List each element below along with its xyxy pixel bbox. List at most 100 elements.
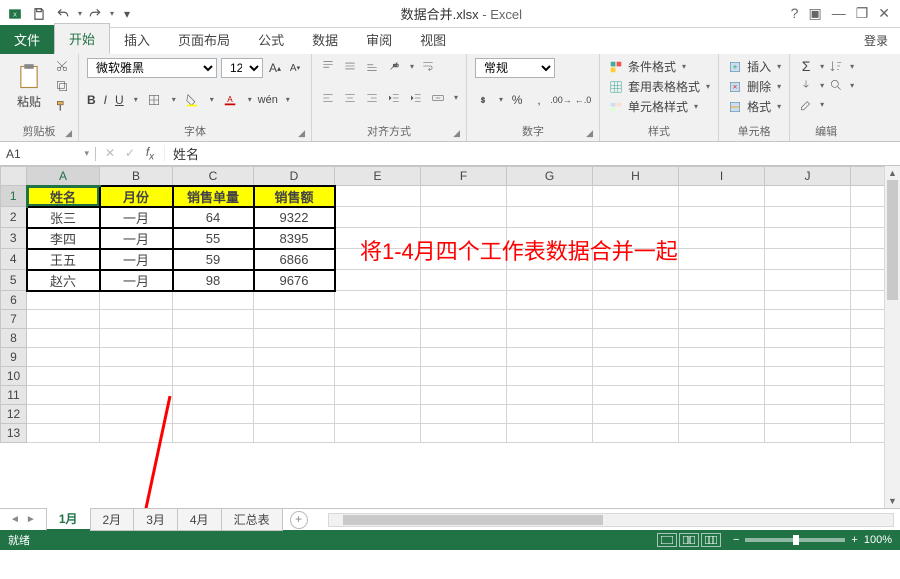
accounting-format-icon[interactable]: $ [475,92,491,108]
row-header-2[interactable]: 2 [1,207,27,228]
page-layout-view-icon[interactable] [679,533,699,547]
cell-J2[interactable] [765,207,851,228]
sheet-tab-4[interactable]: 4月 [177,509,222,531]
clipboard-dialog-launcher[interactable]: ◢ [65,128,72,139]
font-size-select[interactable]: 12 [221,58,263,78]
cell-D7[interactable] [254,310,335,329]
cell-C5[interactable]: 98 [173,270,254,291]
cell-D1[interactable]: 销售额 [254,186,335,207]
cell-I5[interactable] [679,270,765,291]
sheet-nav-first-icon[interactable]: ◄ [10,514,20,525]
cell-I8[interactable] [679,329,765,348]
tab-review[interactable]: 审阅 [352,25,406,54]
cell-B6[interactable] [100,291,173,310]
cell-D11[interactable] [254,386,335,405]
row-header-8[interactable]: 8 [1,329,27,348]
cell-H8[interactable] [593,329,679,348]
italic-button[interactable]: I [104,93,107,107]
underline-button[interactable]: U [115,93,124,107]
decrease-font-icon[interactable]: A▾ [287,60,303,76]
cell-J12[interactable] [765,405,851,424]
enter-formula-icon[interactable]: ✓ [122,146,138,160]
cell-A4[interactable]: 王五 [27,249,100,270]
cell-J9[interactable] [765,348,851,367]
delete-cells-button[interactable]: ×删除▾ [727,78,781,95]
row-header-7[interactable]: 7 [1,310,27,329]
cell-C9[interactable] [173,348,254,367]
cut-icon[interactable] [54,58,70,74]
cell-G1[interactable] [507,186,593,207]
tab-insert[interactable]: 插入 [110,25,164,54]
sheet-tab-summary[interactable]: 汇总表 [221,509,283,531]
column-header-H[interactable]: H [593,167,679,186]
cell-G10[interactable] [507,367,593,386]
scroll-down-icon[interactable]: ▼ [885,494,900,508]
number-dialog-launcher[interactable]: ◢ [586,128,593,139]
row-header-13[interactable]: 13 [1,424,27,443]
cell-A7[interactable] [27,310,100,329]
cell-E12[interactable] [335,405,421,424]
cell-G7[interactable] [507,310,593,329]
increase-decimal-icon[interactable]: .00→ [553,92,569,108]
cell-I13[interactable] [679,424,765,443]
row-header-4[interactable]: 4 [1,249,27,270]
column-header-A[interactable]: A [27,167,100,186]
worksheet-grid[interactable]: ABCDEFGHIJK1姓名月份销售单量销售额2张三一月6493223李四一月5… [0,166,900,508]
row-header-5[interactable]: 5 [1,270,27,291]
undo-dropdown[interactable]: ▾ [78,9,82,18]
fill-icon[interactable] [798,77,814,93]
find-select-icon[interactable] [828,77,844,93]
cell-F8[interactable] [421,329,507,348]
cell-C8[interactable] [173,329,254,348]
merge-center-icon[interactable] [430,90,446,106]
cell-J11[interactable] [765,386,851,405]
sort-filter-icon[interactable] [828,58,844,74]
row-header-6[interactable]: 6 [1,291,27,310]
cell-D5[interactable]: 9676 [254,270,335,291]
align-middle-icon[interactable] [342,58,358,74]
cell-G12[interactable] [507,405,593,424]
redo-icon[interactable] [84,3,106,25]
cell-I1[interactable] [679,186,765,207]
zoom-slider[interactable] [745,538,845,542]
cell-E5[interactable] [335,270,421,291]
cell-D4[interactable]: 6866 [254,249,335,270]
cell-J6[interactable] [765,291,851,310]
minimize-button[interactable]: — [832,5,846,22]
cell-F5[interactable] [421,270,507,291]
cell-G5[interactable] [507,270,593,291]
cell-H1[interactable] [593,186,679,207]
tab-home[interactable]: 开始 [54,23,110,54]
cell-C10[interactable] [173,367,254,386]
conditional-formatting-button[interactable]: 条件格式▾ [608,58,710,75]
cell-A5[interactable]: 赵六 [27,270,100,291]
cell-A8[interactable] [27,329,100,348]
select-all-corner[interactable] [1,167,27,186]
cell-C12[interactable] [173,405,254,424]
cell-B5[interactable]: 一月 [100,270,173,291]
cell-G11[interactable] [507,386,593,405]
cell-F2[interactable] [421,207,507,228]
increase-font-icon[interactable]: A▴ [267,60,283,76]
cell-H6[interactable] [593,291,679,310]
cell-I9[interactable] [679,348,765,367]
cell-H11[interactable] [593,386,679,405]
cell-J10[interactable] [765,367,851,386]
cell-J8[interactable] [765,329,851,348]
tab-file[interactable]: 文件 [0,25,54,54]
redo-dropdown[interactable]: ▾ [110,9,114,18]
cell-H9[interactable] [593,348,679,367]
cell-A10[interactable] [27,367,100,386]
copy-icon[interactable] [54,78,70,94]
cell-I7[interactable] [679,310,765,329]
cell-B8[interactable] [100,329,173,348]
cell-C3[interactable]: 55 [173,228,254,249]
cell-F7[interactable] [421,310,507,329]
cell-F12[interactable] [421,405,507,424]
cell-I6[interactable] [679,291,765,310]
row-header-1[interactable]: 1 [1,186,27,207]
cell-D8[interactable] [254,329,335,348]
cell-G2[interactable] [507,207,593,228]
cell-G9[interactable] [507,348,593,367]
cancel-formula-icon[interactable]: ✕ [102,146,118,160]
